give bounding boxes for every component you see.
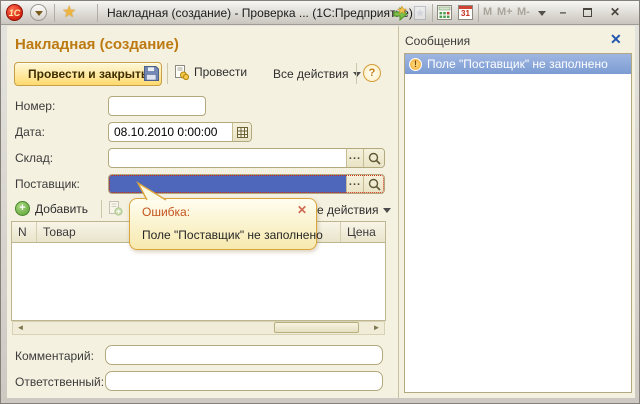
- horizontal-scrollbar: ◄ ►: [12, 321, 385, 335]
- warehouse-field-group: ...: [108, 148, 385, 168]
- scrollbar-thumb[interactable]: [274, 322, 359, 333]
- panel-divider: [398, 26, 399, 398]
- separator: [97, 4, 98, 22]
- help-button[interactable]: ?: [363, 64, 381, 82]
- responsible-input[interactable]: [105, 371, 383, 391]
- error-callout-message: Поле "Поставщик" не заполнено: [142, 228, 323, 242]
- add-row-label: Добавить: [35, 201, 89, 216]
- add-row-button[interactable]: + Добавить: [15, 201, 88, 216]
- memory-m-button[interactable]: M: [483, 6, 492, 18]
- supplier-choose-button[interactable]: ...: [346, 175, 363, 193]
- post-document-icon: [175, 65, 189, 80]
- calculator-icon[interactable]: [437, 5, 452, 23]
- warehouse-choose-button[interactable]: ...: [346, 149, 363, 167]
- maximize-button[interactable]: [579, 5, 597, 21]
- number-label: Номер:: [15, 99, 56, 113]
- message-text: Поле "Поставщик" не заполнено: [427, 57, 608, 71]
- separator: [101, 200, 102, 218]
- messages-list: Поле "Поставщик" не заполнено: [404, 53, 632, 393]
- warehouse-search-button[interactable]: [363, 149, 384, 167]
- go-to-link-icon[interactable]: [392, 5, 410, 24]
- column-header-n[interactable]: N: [12, 222, 37, 242]
- separator: [356, 63, 357, 84]
- save-icon-button[interactable]: [143, 65, 160, 85]
- warning-icon: [409, 57, 422, 71]
- calendar-icon[interactable]: 31: [458, 5, 473, 20]
- close-button[interactable]: ✕: [606, 5, 624, 21]
- post-and-close-button[interactable]: Провести и закрыть: [14, 62, 163, 86]
- message-item-selected[interactable]: Поле "Поставщик" не заполнено: [405, 54, 631, 74]
- copy-row-button-disabled[interactable]: [107, 200, 123, 219]
- minimize-button[interactable]: –: [554, 5, 572, 21]
- copy-document-icon: [109, 201, 123, 216]
- post-button-label: Провести: [194, 65, 248, 79]
- scroll-right-button[interactable]: ►: [369, 322, 384, 334]
- calendar-day-label: 31: [461, 9, 470, 18]
- window-title: Накладная (создание) - Проверка ... (1С:…: [107, 6, 413, 20]
- scrollbar-track[interactable]: [28, 322, 369, 334]
- date-label: Дата:: [15, 125, 45, 139]
- callout-tail-pointer: [136, 181, 167, 201]
- chevron-down-icon: [383, 208, 392, 213]
- all-actions-dropdown[interactable]: Все действия: [273, 67, 362, 81]
- title-bar: 1С Накладная (создание) - Проверка ... (…: [1, 1, 639, 25]
- system-menu-button[interactable]: [30, 4, 47, 21]
- error-callout-close-button[interactable]: ✕: [297, 203, 307, 217]
- comment-label: Комментарий:: [15, 349, 94, 363]
- separator: [432, 4, 433, 22]
- supplier-search-button[interactable]: [363, 175, 384, 193]
- 1c-logo-icon: 1С: [6, 4, 23, 21]
- scroll-left-button[interactable]: ◄: [13, 322, 28, 334]
- comment-input[interactable]: [105, 345, 383, 365]
- chevron-down-icon: [34, 11, 43, 16]
- post-button[interactable]: Провести: [173, 64, 247, 80]
- plus-icon: +: [15, 201, 30, 216]
- warehouse-label: Склад:: [15, 151, 54, 165]
- floppy-disk-icon: [144, 66, 159, 81]
- responsible-label: Ответственный:: [15, 375, 105, 389]
- date-input[interactable]: [109, 123, 232, 141]
- memory-mplus-button[interactable]: M+: [497, 6, 513, 18]
- all-actions-label: Все действия: [273, 67, 349, 81]
- favorites-star-icon[interactable]: [62, 2, 76, 22]
- warehouse-input[interactable]: [109, 149, 346, 167]
- separator: [167, 63, 168, 84]
- messages-panel-title: Сообщения: [405, 34, 471, 48]
- chevron-down-icon: [353, 72, 362, 77]
- magnifier-icon: [368, 178, 381, 191]
- app-window: 1С Накладная (создание) - Проверка ... (…: [0, 0, 640, 404]
- column-header-cena[interactable]: Цена: [341, 222, 385, 242]
- get-link-icon[interactable]: [413, 5, 427, 24]
- date-picker-button[interactable]: [232, 123, 251, 141]
- separator: [54, 4, 55, 22]
- number-input[interactable]: [108, 96, 206, 116]
- error-callout-title: Ошибка:: [142, 205, 191, 219]
- memory-mminus-button[interactable]: M-: [517, 6, 530, 18]
- items-table-body: [11, 243, 386, 321]
- supplier-label: Поставщик:: [15, 177, 80, 191]
- separator: [478, 4, 479, 22]
- page-title: Накладная (создание): [15, 36, 179, 53]
- magnifier-icon: [368, 152, 381, 165]
- messages-close-button[interactable]: ✕: [610, 31, 622, 48]
- calendar-grid-icon: [236, 126, 248, 138]
- date-field-group: [108, 122, 252, 142]
- error-callout: Ошибка: ✕ Поле "Поставщик" не заполнено: [129, 198, 323, 250]
- toolbar-overflow-icon[interactable]: [538, 11, 546, 16]
- maximize-icon: [583, 8, 592, 17]
